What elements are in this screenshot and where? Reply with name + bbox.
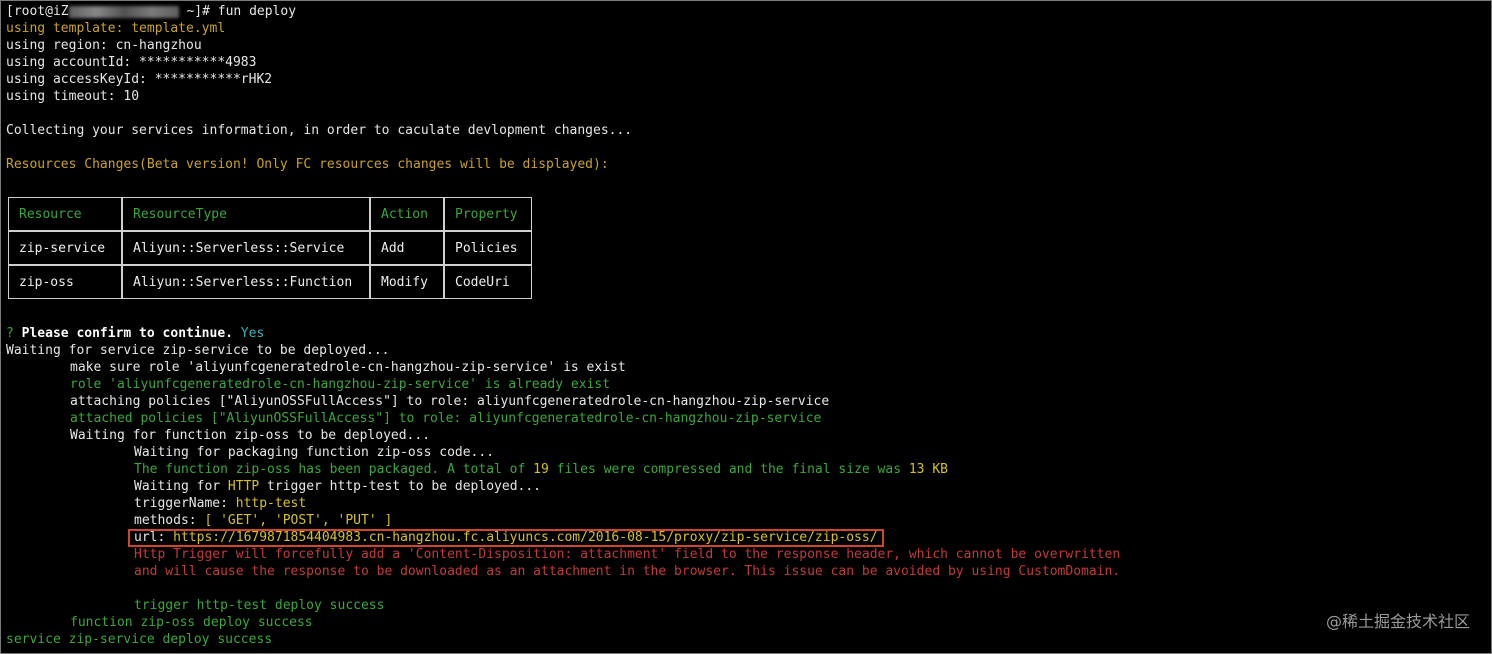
attaching-line: attaching policies ["AliyunOSSFullAccess…: [70, 394, 830, 409]
url-line: url: https://1679871854404983.cn-hangzho…: [6, 529, 1486, 547]
redacted-hostname: [68, 5, 179, 18]
terminal-output: [root@iZ ~]# fun deploy using template: …: [6, 3, 1486, 173]
confirm-text: Please confirm to continue.: [13, 326, 233, 341]
trigger-url[interactable]: https://1679871854404983.cn-hangzhou.fc.…: [173, 530, 877, 545]
warning-line-2: and will cause the response to be downlo…: [134, 564, 1121, 579]
accesskey-line: using accessKeyId: ***********rHK2: [6, 72, 273, 87]
timeout-line: using timeout: 10: [6, 89, 140, 104]
url-highlight-box: url: https://1679871854404983.cn-hangzho…: [128, 529, 884, 547]
waiting-packaging-line: Waiting for packaging function zip-oss c…: [134, 445, 495, 460]
table-header: Resource: [8, 197, 122, 231]
function-success-line: function zip-oss deploy success: [70, 615, 313, 630]
service-success-line: service zip-service deploy success: [6, 632, 273, 647]
table-cell: Policies: [444, 231, 532, 265]
confirm-line: ? Please confirm to continue. Yes: [6, 325, 1486, 342]
http-label: HTTP: [227, 479, 260, 494]
table-cell: Modify: [370, 265, 444, 299]
warning-line-1: Http Trigger will forcefully add a 'Cont…: [134, 547, 1121, 562]
waiting-text: Waiting for: [134, 479, 228, 494]
table-header-row: Resource ResourceType Action Property: [8, 197, 532, 231]
packaged-text: The function zip-oss has been packaged. …: [134, 462, 534, 477]
table-row: zip-service Aliyun::Serverless::Service …: [8, 231, 532, 265]
table-row: zip-oss Aliyun::Serverless::Function Mod…: [8, 265, 532, 299]
watermark: @稀土掘金技术社区: [1325, 612, 1470, 631]
table-cell: CodeUri: [444, 265, 532, 299]
methods-label: methods:: [134, 513, 205, 528]
table-header: Property: [444, 197, 532, 231]
command-text: fun deploy: [209, 4, 297, 19]
table-header: ResourceType: [122, 197, 370, 231]
methods-value: [ 'GET', 'POST', 'PUT' ]: [204, 513, 393, 528]
methods-line: methods: [ 'GET', 'POST', 'PUT' ]: [6, 512, 1486, 529]
packaged-line: The function zip-oss has been packaged. …: [6, 461, 1486, 478]
attached-line: attached policies ["AliyunOSSFullAccess"…: [70, 411, 822, 426]
template-line: using template: template.yml: [6, 21, 226, 36]
table-cell: Aliyun::Serverless::Service: [122, 231, 370, 265]
table-cell: Aliyun::Serverless::Function: [122, 265, 370, 299]
region-line: using region: cn-hangzhou: [6, 38, 202, 53]
trigger-name-line: triggerName: http-test: [6, 495, 1486, 512]
resources-changes-line: Resources Changes(Beta version! Only FC …: [6, 157, 609, 172]
confirm-answer: Yes: [232, 326, 265, 341]
table-cell: zip-oss: [8, 265, 122, 299]
prompt-suffix: ~]#: [178, 4, 210, 19]
table-cell: zip-service: [8, 231, 122, 265]
question-mark: ?: [6, 326, 14, 341]
resources-table: Resource ResourceType Action Property zi…: [8, 197, 532, 299]
make-sure-role-line: make sure role 'aliyunfcgeneratedrole-cn…: [70, 360, 626, 375]
trigger-text: trigger http-test to be deployed...: [259, 479, 541, 494]
url-label: url:: [134, 530, 174, 545]
shell-prompt: [root@iZ ~]# fun deploy: [6, 3, 1486, 20]
waiting-trigger-line: Waiting for HTTP trigger http-test to be…: [6, 478, 1486, 495]
account-line: using accountId: ***********4983: [6, 55, 257, 70]
trigger-name-label: triggerName:: [134, 496, 236, 511]
packaged-text: files were compressed and the final size…: [548, 462, 909, 477]
table-cell: Add: [370, 231, 444, 265]
trigger-success-line: trigger http-test deploy success: [134, 598, 385, 613]
waiting-service-line: Waiting for service zip-service to be de…: [6, 343, 390, 358]
waiting-function-line: Waiting for function zip-oss to be deplo…: [70, 428, 431, 443]
file-count: 19: [533, 462, 549, 477]
deploy-output: ? Please confirm to continue. Yes Waitin…: [6, 325, 1486, 648]
table-header: Action: [370, 197, 444, 231]
role-exist-line: role 'aliyunfcgeneratedrole-cn-hangzhou-…: [70, 377, 611, 392]
trigger-name-value: http-test: [235, 496, 307, 511]
package-size: 13 KB: [908, 462, 948, 477]
prompt-user: [root@iZ: [6, 4, 69, 19]
collecting-line: Collecting your services information, in…: [6, 123, 633, 138]
